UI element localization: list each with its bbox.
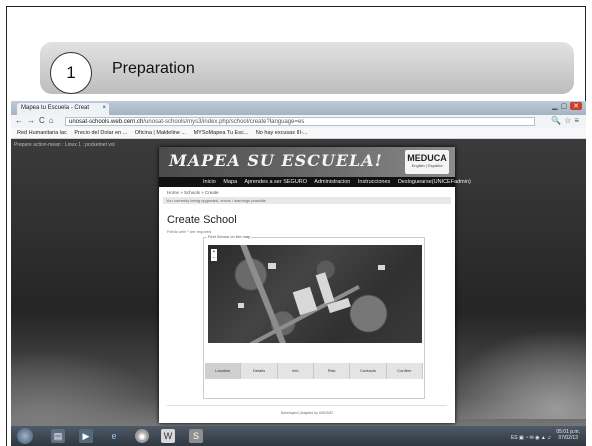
start-button[interactable] <box>17 428 33 444</box>
slide: 1 Preparation Mapea tu Escuela - Creat ×… <box>0 0 592 446</box>
maximize-icon[interactable]: ▢ <box>561 103 571 110</box>
zoom-icon[interactable]: 🔍 <box>551 116 564 125</box>
breadcrumb[interactable]: Home » Schools » Create <box>167 190 219 195</box>
step-number: 1 <box>50 52 92 94</box>
address-bar: ←→C⌂ unosat-schools.web.cern.ch/unosat-s… <box>11 115 586 128</box>
clock[interactable]: 05:01 p.m. 07/02/13 <box>556 429 580 441</box>
site-footer: Deveioped | Adapted by UNOSAT <box>280 411 334 415</box>
tab-contacts[interactable]: Contacts <box>350 363 387 379</box>
web-page: MAPEA SU ESCUELA! MEDUCA English | Españ… <box>159 147 471 423</box>
tab-bar: Mapea tu Escuela - Creat × ▁▢ ✕ <box>11 101 586 115</box>
map-building <box>378 265 385 270</box>
site-logo[interactable]: MAPEA SU ESCUELA! <box>169 151 383 170</box>
reload-icon[interactable]: C <box>39 116 49 125</box>
media-player-icon[interactable]: ▶ <box>79 429 93 443</box>
page-title: Create School <box>167 214 237 226</box>
map-building <box>315 272 335 304</box>
tab-confirm[interactable]: Confirm <box>387 363 423 379</box>
satellite-map[interactable]: + − <box>208 245 422 343</box>
page-viewport: Prepare action-mean : Linux 1 : pocketne… <box>11 139 586 429</box>
map-building <box>268 263 276 269</box>
tab-info[interactable]: Info <box>278 363 314 379</box>
chrome-icon[interactable]: ◉ <box>135 429 149 443</box>
site-header: MAPEA SU ESCUELA! MEDUCA English | Españ… <box>159 147 455 177</box>
menu-icon[interactable]: ≡ <box>574 116 582 125</box>
address-icons: 🔍☆≡ <box>551 116 582 125</box>
bookmarks-bar: Red Humanitaria lac Precio del Dolar en … <box>11 128 586 139</box>
back-icon[interactable]: ← <box>15 116 27 125</box>
bookmark-item[interactable]: Red Humanitaria lac <box>17 130 67 136</box>
word-icon[interactable]: W <box>161 429 175 443</box>
notice-text: Prepare action-mean : Linux 1 : pocketne… <box>14 142 115 148</box>
taskbar: ▤ ▶ e ◉ W S ES ▣ ◔ ✉ ◉ ▲ ♫ 05:01 p.m. 07… <box>11 426 586 446</box>
bookmark-item[interactable]: Oficina | Maldeline ... <box>135 130 186 136</box>
url-input[interactable]: unosat-schools.web.cern.ch/unosat-school… <box>65 117 535 126</box>
menu-item-logout[interactable]: Desloguearse(UNICEFadmin) <box>398 179 471 185</box>
zoom-out-icon[interactable]: − <box>211 255 217 261</box>
status-notice: You currently being upgraded, errors / w… <box>163 197 451 204</box>
fieldset-legend: Find School on the map <box>207 234 252 239</box>
map-zoom-control[interactable]: + − <box>211 249 217 261</box>
url-host: unosat-schools.web.cern.ch <box>69 119 144 125</box>
language-switch[interactable]: English | Español <box>405 163 449 168</box>
menu-item-instrucciones[interactable]: Instrucciones <box>358 179 390 185</box>
clock-date: 07/02/13 <box>558 435 578 441</box>
partner-logo: MEDUCA English | Español <box>405 150 449 174</box>
minimize-icon[interactable]: ▁ <box>552 103 560 110</box>
close-window-icon[interactable]: ✕ <box>570 102 582 110</box>
main-menu: Inicio Mapa Aprendes a ser SEGURO Admini… <box>159 177 471 187</box>
footer-divider <box>167 405 447 406</box>
explorer-icon[interactable]: ▤ <box>51 429 65 443</box>
window-controls: ▁▢ ✕ <box>552 102 582 110</box>
skype-icon[interactable]: S <box>189 429 203 443</box>
required-note: Fields with * are required <box>167 229 212 234</box>
star-icon[interactable]: ☆ <box>564 116 574 125</box>
menu-item-mapa[interactable]: Mapa <box>223 179 237 185</box>
menu-item-seguro[interactable]: Aprendes a ser SEGURO <box>244 179 307 185</box>
url-path: /unosat-schools/mys3/index.php/school/cr… <box>143 119 305 125</box>
browser-screenshot: Mapea tu Escuela - Creat × ▁▢ ✕ ←→C⌂ unos… <box>11 101 586 446</box>
tab-title: Mapea tu Escuela - Creat <box>21 105 90 111</box>
ie-icon[interactable]: e <box>107 429 121 443</box>
tray-icons[interactable]: ▣ ◔ ✉ ◉ ▲ ♫ <box>519 435 551 441</box>
wizard-tabs: Location Details Info Risk Contacts Conf… <box>205 363 423 379</box>
tab-risk[interactable]: Risk <box>314 363 351 379</box>
forward-icon[interactable]: → <box>27 116 39 125</box>
menu-item-inicio[interactable]: Inicio <box>203 179 216 185</box>
partner-logo-text: MEDUCA <box>407 153 447 163</box>
system-tray: ES ▣ ◔ ✉ ◉ ▲ ♫ 05:01 p.m. 07/02/13 <box>511 429 580 441</box>
bookmark-item[interactable]: No hay excusas III-... <box>256 130 308 136</box>
tab-location[interactable]: Location <box>205 363 242 379</box>
background-glow <box>441 329 586 419</box>
step-title: Preparation <box>112 60 195 77</box>
map-building <box>238 303 244 308</box>
nav-buttons: ←→C⌂ <box>15 116 58 125</box>
home-icon[interactable]: ⌂ <box>49 116 58 125</box>
bookmark-item[interactable]: Precio del Dolar en ... <box>74 130 127 136</box>
menu-item-administracion[interactable]: Administracion <box>314 179 350 185</box>
browser-tab[interactable]: Mapea tu Escuela - Creat × <box>17 103 109 115</box>
tab-close-icon[interactable]: × <box>102 105 106 111</box>
language-indicator[interactable]: ES <box>511 435 518 441</box>
tab-details[interactable]: Details <box>241 363 278 379</box>
background-glow <box>11 349 171 429</box>
bookmark-item[interactable]: MYSoMapea Tu Esc... <box>194 130 249 136</box>
map-road <box>236 245 295 343</box>
